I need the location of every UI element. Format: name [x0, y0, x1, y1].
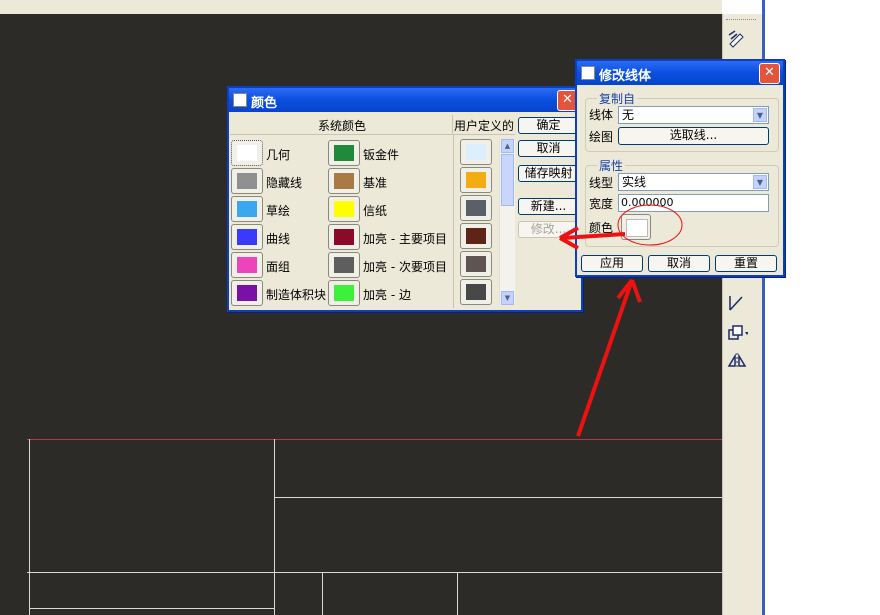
annotation-arrow-left: [562, 232, 626, 240]
annotation-circle: [617, 204, 683, 246]
annotation-overlay: [559, 204, 683, 437]
annotation-arrow-up: [576, 282, 633, 437]
